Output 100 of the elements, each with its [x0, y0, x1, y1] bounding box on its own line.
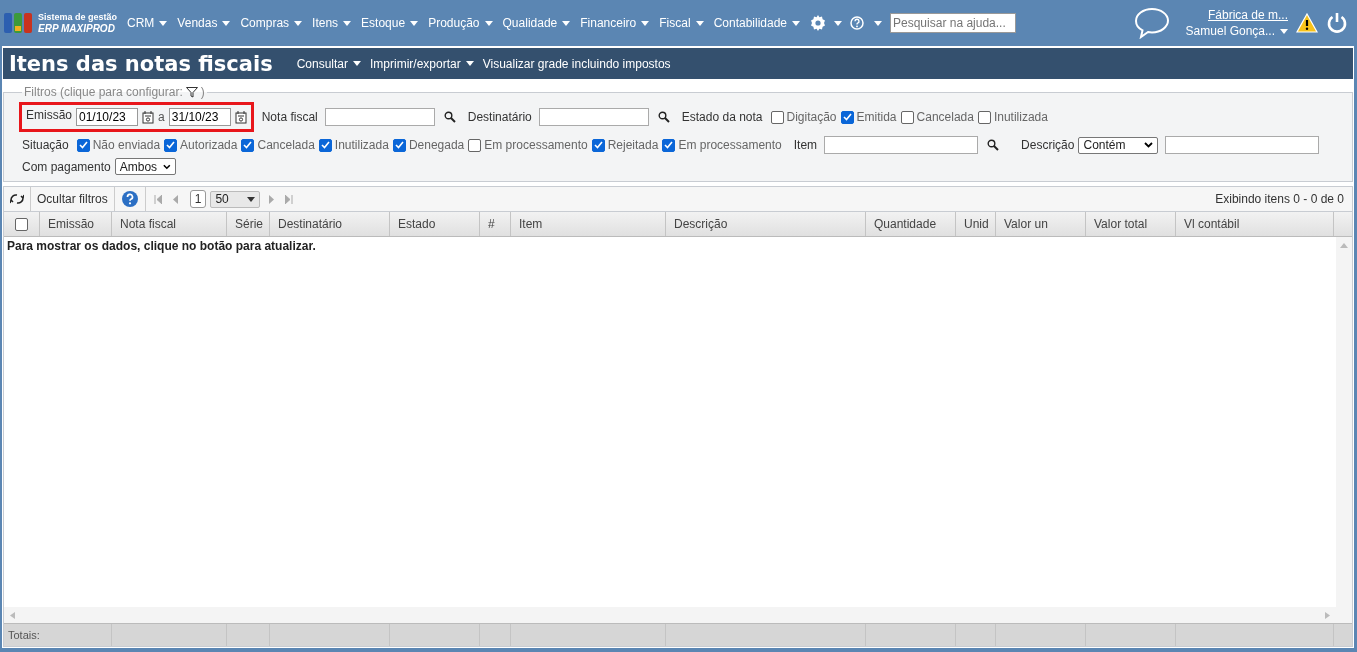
field-label: Situação	[22, 138, 69, 152]
input-field[interactable]	[538, 108, 649, 126]
caret-icon	[294, 20, 303, 26]
column-header[interactable]: Destinatário	[270, 212, 390, 236]
user-menu[interactable]: Samuel Gonça...	[1185, 24, 1288, 38]
checkbox-option[interactable]: Denegada	[392, 138, 465, 152]
field-label: Item	[793, 138, 818, 152]
vertical-scrollbar[interactable]	[1336, 237, 1352, 623]
checkbox-option[interactable]: Autorizada	[164, 138, 238, 152]
checkbox[interactable]	[15, 217, 28, 231]
checkbox[interactable]	[840, 110, 854, 124]
caret-icon	[484, 20, 493, 26]
funnel-icon[interactable]	[185, 86, 198, 98]
payment-select[interactable]: Ambos	[114, 158, 176, 175]
settings-icon[interactable]	[810, 15, 826, 31]
checkbox-option[interactable]: Cancelada	[900, 110, 974, 124]
menu-item[interactable]: Itens	[312, 16, 352, 30]
caret-icon	[834, 20, 842, 26]
help-search-field[interactable]: Pesquisar na ajuda...	[890, 13, 1016, 33]
column-header[interactable]: Estado	[390, 212, 480, 236]
column-header[interactable]: Valor total	[1086, 212, 1176, 236]
power-icon[interactable]	[1326, 12, 1348, 34]
caret-icon	[222, 20, 231, 26]
checkbox-option[interactable]: Não enviada	[76, 138, 161, 152]
menu-item[interactable]: Produção	[428, 16, 493, 30]
company-link[interactable]: Fábrica de m...	[1207, 8, 1288, 22]
menu-item[interactable]: Qualidade	[502, 16, 571, 30]
checkbox-option[interactable]: Inutilizada	[318, 138, 389, 152]
page-size-select[interactable]: 50	[210, 190, 261, 208]
date-field[interactable]: 31/10/23	[168, 108, 231, 126]
checkbox-option[interactable]: Rejeitada	[591, 138, 659, 152]
search-icon[interactable]	[657, 111, 670, 123]
checkbox[interactable]	[662, 138, 676, 152]
checkbox[interactable]	[900, 110, 914, 124]
match-select[interactable]: Contém	[1078, 136, 1159, 154]
menu-item[interactable]: CRM	[127, 16, 168, 30]
checkbox[interactable]	[977, 110, 991, 124]
column-header[interactable]: Vl contábil	[1176, 212, 1334, 236]
field-label: Nota fiscal	[261, 110, 318, 124]
input-field[interactable]	[324, 108, 435, 126]
action-menu[interactable]: Consultar	[296, 56, 361, 71]
column-header[interactable]: Nota fiscal	[112, 212, 227, 236]
hide-filters-button[interactable]: Ocultar filtros	[31, 187, 115, 211]
column-header[interactable]: Quantidade	[866, 212, 956, 236]
column-header[interactable]: Unid	[956, 212, 996, 236]
calendar-icon[interactable]	[142, 110, 154, 124]
date-field[interactable]: 01/10/23	[76, 108, 138, 126]
option-label: Emitida	[856, 110, 897, 124]
caret-icon	[695, 20, 704, 26]
caret-icon	[247, 196, 256, 202]
caret-icon	[792, 20, 800, 26]
checkbox-option[interactable]: Digitação	[770, 110, 837, 124]
checkbox[interactable]	[770, 110, 784, 124]
checkbox-option[interactable]: Emitida	[840, 110, 897, 124]
caret-icon	[353, 61, 361, 66]
column-header[interactable]: #	[480, 212, 511, 236]
field-label: Com pagamento	[22, 159, 111, 174]
column-header[interactable]: Item	[511, 212, 666, 236]
checkbox[interactable]	[76, 138, 90, 152]
menu-item[interactable]: Contabilidade	[713, 16, 800, 30]
menu-item[interactable]: Fiscal	[659, 16, 704, 30]
action-menu[interactable]: Visualizar grade incluindo impostos	[482, 56, 671, 71]
checkbox[interactable]	[468, 138, 482, 152]
search-icon[interactable]	[443, 111, 456, 123]
help-icon[interactable]	[850, 16, 864, 30]
menu-item[interactable]: Financeiro	[580, 16, 650, 30]
page-number[interactable]: 1	[189, 190, 207, 208]
menu-item[interactable]: Compras	[240, 16, 303, 30]
caret-icon	[159, 20, 168, 26]
column-header[interactable]: Valor un	[996, 212, 1086, 236]
empty-message: Para mostrar os dados, clique no botão para atualizar.	[6, 238, 317, 255]
menu-item[interactable]: Estoque	[361, 16, 419, 30]
option-label: Denegada	[408, 138, 465, 152]
input-field[interactable]	[824, 136, 979, 154]
field-label: Descrição	[1021, 138, 1075, 152]
totals-label: Totais:	[4, 624, 112, 646]
column-header[interactable]: Descrição	[666, 212, 866, 236]
field-label: Destinatário	[467, 110, 532, 124]
filters-legend[interactable]: Filtros (clique para configurar:	[24, 85, 183, 99]
option-label: Cancelada	[916, 110, 974, 124]
chevron-icon	[163, 163, 171, 170]
checkbox-option[interactable]: Cancelada	[241, 138, 315, 152]
calendar-icon[interactable]	[234, 110, 247, 124]
caret-icon	[410, 20, 419, 26]
checkbox[interactable]	[241, 138, 255, 152]
checkbox[interactable]	[392, 138, 406, 152]
column-header[interactable]: Emissão	[40, 212, 112, 236]
action-menu[interactable]: Imprimir/exportar	[370, 56, 474, 71]
chat-icon[interactable]	[1133, 7, 1170, 39]
menu-item[interactable]: Vendas	[177, 16, 231, 30]
input-field[interactable]	[1165, 136, 1320, 154]
checkbox[interactable]	[164, 138, 178, 152]
checkbox[interactable]	[318, 138, 332, 152]
search-icon[interactable]	[987, 139, 1000, 151]
warning-icon[interactable]	[1296, 13, 1318, 33]
checkbox[interactable]	[591, 138, 605, 152]
field-label: Emissão	[26, 108, 72, 122]
option-label: Autorizada	[180, 138, 238, 152]
checkbox-option[interactable]: Inutilizada	[977, 110, 1048, 124]
column-header[interactable]: Série	[227, 212, 270, 236]
